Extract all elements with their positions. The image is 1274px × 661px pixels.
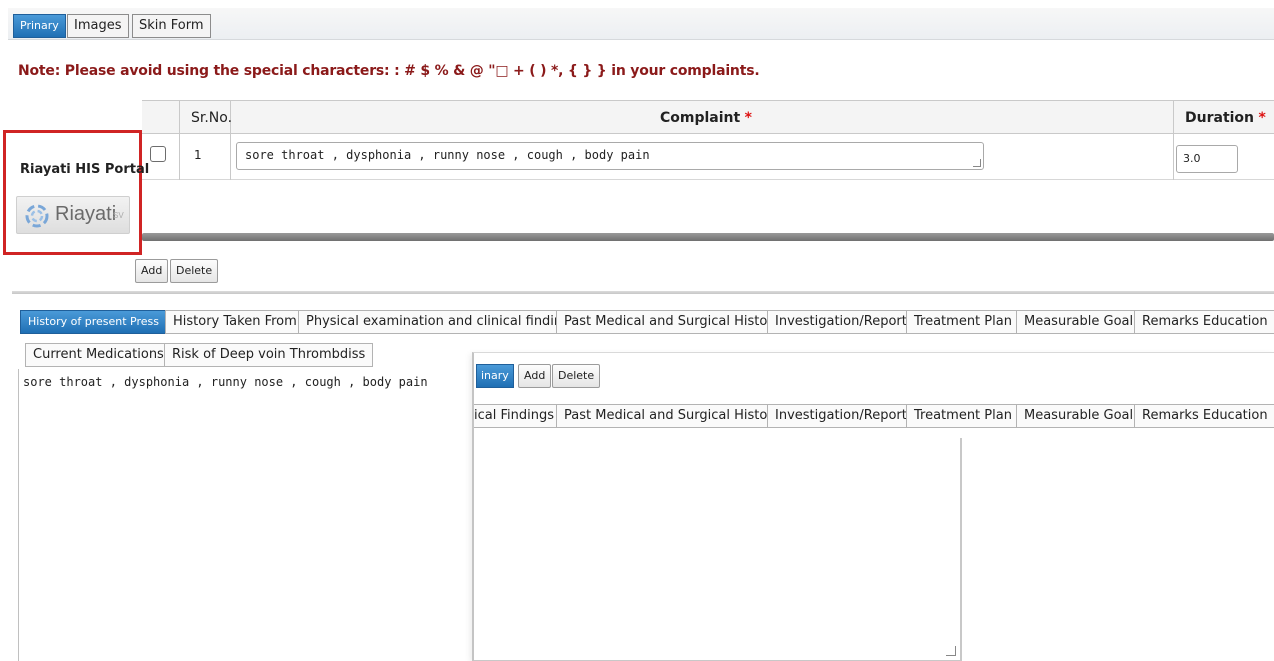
add-button[interactable]: Add <box>135 259 169 283</box>
grid-horizontal-scrollbar[interactable] <box>142 233 1274 241</box>
riayati-logo: Riayati SV <box>16 196 130 234</box>
riayati-swirl-icon <box>25 204 49 228</box>
overlay-tab-primary[interactable]: inary <box>476 364 514 388</box>
tab-remarks-education[interactable]: Remarks Education <box>1134 310 1274 334</box>
overlay-tab-investigation-report[interactable]: Investigation/Report <box>767 404 915 428</box>
overlay-textarea[interactable] <box>474 438 962 661</box>
header-complaint: Complaint * <box>660 110 752 126</box>
tab-treatment-plan[interactable]: Treatment Plan <box>906 310 1020 334</box>
resize-grip-icon[interactable] <box>946 646 956 656</box>
tab-investigation-report[interactable]: Investigation/Report <box>767 310 915 334</box>
complaint-value: sore throat , dysphonia , runny nose , c… <box>245 148 650 162</box>
tab-measurable-goal[interactable]: Measurable Goal <box>1016 310 1142 334</box>
complaint-input[interactable]: sore throat , dysphonia , runny nose , c… <box>236 142 984 170</box>
tab-physical-examination[interactable]: Physical examination and clinical findin… <box>298 310 586 334</box>
overlay-tab-clinical-findings[interactable]: ical Findings <box>474 404 559 428</box>
overlay-tab-measurable-goal[interactable]: Measurable Goal <box>1016 404 1142 428</box>
tab-history-present[interactable]: History of present Press <box>20 310 167 334</box>
portal-label: Riayati HIS Portal <box>20 162 150 177</box>
history-text: sore throat , dysphonia , runny nose , c… <box>23 375 428 389</box>
portal-highlight-box <box>3 130 142 255</box>
overlay-delete-button[interactable]: Delete <box>552 364 601 388</box>
tab-primary[interactable]: Prinary <box>13 14 66 38</box>
overlay-tab-past-medical-history[interactable]: Past Medical and Surgical History <box>556 404 789 428</box>
logo-text: Riayati <box>55 203 117 225</box>
section-divider <box>12 291 1274 294</box>
tab-past-medical-history[interactable]: Past Medical and Surgical History <box>556 310 789 334</box>
resize-grip-icon[interactable] <box>973 159 981 167</box>
tab-current-medications[interactable]: Current Medications <box>25 343 172 367</box>
row-srno: 1 <box>194 148 202 162</box>
tab-images[interactable]: Images <box>67 14 129 38</box>
special-characters-note: Note: Please avoid using the special cha… <box>18 63 760 79</box>
complaint-grid-header: Sr.No. Complaint * Duration * <box>142 100 1274 135</box>
row-select-checkbox[interactable] <box>150 146 166 162</box>
delete-button[interactable]: Delete <box>170 259 219 283</box>
overlay-tab-remarks-education[interactable]: Remarks Education <box>1134 404 1274 428</box>
duration-input[interactable]: 3.0 <box>1176 145 1238 173</box>
header-duration: Duration * <box>1185 110 1266 126</box>
overlay-tab-treatment-plan[interactable]: Treatment Plan <box>906 404 1020 428</box>
history-textarea[interactable]: sore throat , dysphonia , runny nose , c… <box>18 369 473 661</box>
header-srno: Sr.No. <box>191 110 233 126</box>
tab-risk-dvt[interactable]: Risk of Deep voin Thrombdiss <box>164 343 374 367</box>
overlay-add-button[interactable]: Add <box>518 364 552 388</box>
tab-skin-form[interactable]: Skin Form <box>132 14 211 38</box>
logo-sub: SV <box>113 211 124 220</box>
tab-history-taken-from[interactable]: History Taken From <box>165 310 305 334</box>
